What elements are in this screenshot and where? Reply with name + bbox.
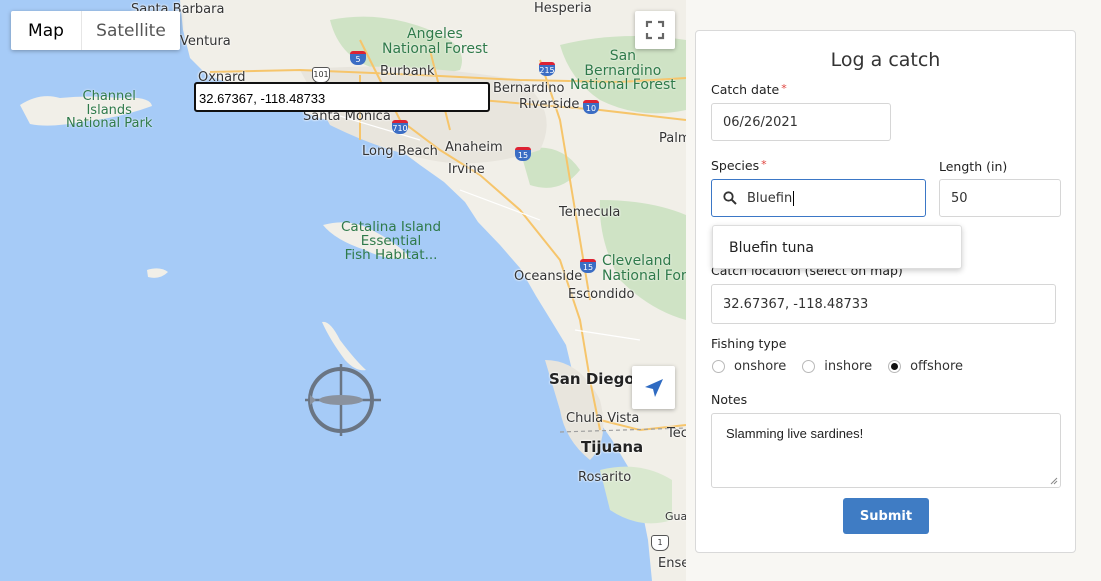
radio-label: inshore [824,359,873,374]
place-tecate: Tec [667,426,686,441]
place-long-beach: Long Beach [362,144,438,159]
radio-circle-selected[interactable] [888,360,902,373]
radio-label: onshore [734,359,787,374]
place-tijuana: Tijuana [581,438,644,456]
place-san-bernardino-nf: San Bernardino National Forest [570,48,676,94]
place-rosarito: Rosarito [578,470,632,485]
place-channel-islands: Channel Islands National Park [66,89,153,132]
my-location-button[interactable] [632,366,675,409]
place-angeles-nf: Angeles National Forest [382,26,488,57]
place-chula-vista: Chula Vista [566,411,640,426]
fullscreen-button[interactable] [635,11,675,49]
radio-circle[interactable] [712,360,725,373]
place-oceanside: Oceanside [514,269,583,284]
place-catalina: Catalina Island Essential Fish Habitat..… [341,219,442,264]
length-field[interactable]: 50 [939,179,1061,217]
catch-date-label-text: Catch date [711,82,780,97]
route-5-shield: 5 [350,51,366,65]
catch-date-value: 06/26/2021 [723,114,798,130]
route-1-shield: 1 [651,535,669,551]
route-15b-shield: 15 [580,259,596,273]
catch-location-marker [305,364,381,436]
place-hesperia: Hesperia [534,1,592,16]
place-riverside: Riverside [519,97,580,112]
place-san-diego: San Diego [549,370,635,388]
catch-location-field[interactable]: 32.67367, -118.48733 [711,284,1056,324]
radio-circle[interactable] [802,360,816,373]
notes-textarea[interactable]: Slamming live sardines! [711,413,1061,488]
map-type-satellite-button[interactable]: Satellite [81,11,180,50]
radio-offshore[interactable]: offshore [888,359,963,374]
place-bernardino: Bernardino [493,81,565,96]
fishing-type-label: Fishing type [711,336,787,351]
search-icon [723,191,737,205]
route-10-shield: 10 [583,100,599,114]
species-search-field[interactable]: Bluefin [711,179,926,217]
radio-inshore[interactable]: inshore [802,359,872,374]
notes-value: Slamming live sardines! [726,426,864,441]
route-15-shield: 15 [515,147,531,161]
species-input-value: Bluefin [747,190,793,206]
log-catch-panel: Log a catch Catch date * 06/26/2021 Speci… [695,30,1076,553]
fullscreen-icon [645,20,665,40]
place-escondido: Escondido [568,287,635,302]
submit-button[interactable]: Submit [843,498,929,534]
navigation-arrow-icon [644,378,663,397]
map-view[interactable]: Santa Barbara Hesperia Ventura Oxnard An… [0,0,686,581]
place-ense: Ense [658,556,686,571]
text-cursor [793,190,795,206]
length-value: 50 [951,190,968,206]
species-label-text: Species [711,158,760,173]
place-gua: Gua [665,510,686,523]
map-type-control: Map Satellite [11,11,180,50]
place-palm: Palm [659,131,686,146]
route-101-shield: 101 [312,67,330,83]
resize-handle-icon[interactable] [1050,477,1058,485]
radio-label: offshore [910,359,964,374]
place-ventura: Ventura [180,34,231,49]
place-cleveland: Cleveland National Fore [602,253,686,284]
length-label: Length (in) [939,159,1008,174]
catch-date-field[interactable]: 06/26/2021 [711,103,891,141]
form-title: Log a catch [830,49,941,71]
place-burbank: Burbank [380,64,435,79]
coordinate-popup: 32.67367, -118.48733 [194,82,490,112]
required-mark: * [761,158,767,171]
species-label: Species * [711,158,767,173]
catch-location-value: 32.67367, -118.48733 [723,296,869,312]
radio-onshore[interactable]: onshore [712,359,786,374]
place-temecula: Temecula [559,205,621,220]
place-irvine: Irvine [448,162,485,177]
fishing-type-radio-group: onshore inshore offshore [712,359,979,374]
map-type-map-button[interactable]: Map [11,11,81,50]
catch-date-label: Catch date * [711,82,787,97]
place-anaheim: Anaheim [445,140,503,155]
required-mark: * [781,82,787,95]
route-215-shield: 215 [539,62,555,76]
route-710-shield: 710 [392,120,408,134]
notes-label: Notes [711,392,748,407]
species-suggestion-bluefin-tuna[interactable]: Bluefin tuna [712,225,962,269]
